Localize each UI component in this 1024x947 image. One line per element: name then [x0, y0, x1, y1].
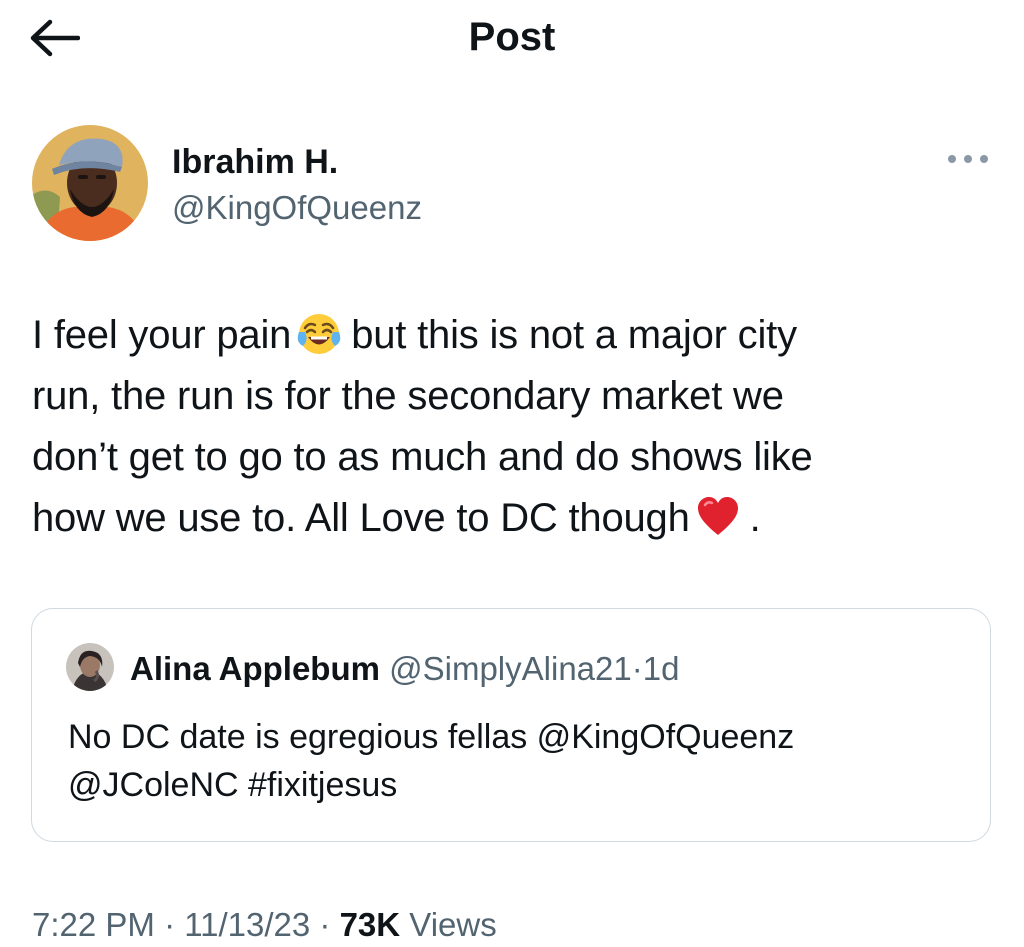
post-text-line: how we use to. All Love to DC though . [32, 488, 992, 549]
quoted-post-text: No DC date is egregious fellas @KingOfQu… [68, 713, 968, 809]
post-time[interactable]: 7:22 PM [32, 906, 155, 943]
post-date[interactable]: 11/13/23 [184, 906, 310, 943]
page-title: Post [468, 15, 556, 59]
author-display-name[interactable]: Ibrahim H. [172, 142, 338, 182]
top-bar: Post [0, 0, 1024, 80]
more-horizontal-icon [948, 155, 988, 163]
quoted-text-line: @JColeNC #fixitjesus [68, 766, 398, 804]
views-label: Views [400, 906, 497, 943]
author-handle[interactable]: @KingOfQueenz [172, 188, 422, 228]
separator-dot: · [310, 906, 340, 943]
post-text: I feel your pain but this is not a major… [32, 305, 992, 549]
quoted-text-line: No DC date is egregious fellas @KingOfQu… [68, 718, 795, 756]
post-text-segment: how we use to. All Love to DC though [32, 496, 690, 540]
post-text-line: I feel your pain but this is not a major… [32, 305, 992, 366]
quoted-post-time[interactable]: 1d [643, 650, 680, 687]
more-options-button[interactable] [938, 145, 998, 173]
post-author: Ibrahim H. @KingOfQueenz [32, 125, 992, 245]
post-text-segment: . [749, 496, 761, 540]
post-text-line: run, the run is for the secondary market… [32, 374, 784, 418]
quoted-post[interactable]: Alina Applebum @SimplyAlina21·1d No DC d… [31, 608, 991, 842]
quoted-post-header: Alina Applebum @SimplyAlina21·1d [130, 649, 679, 689]
red-heart-icon [696, 495, 740, 539]
author-avatar[interactable] [32, 125, 148, 241]
quoted-author-handle[interactable]: @SimplyAlina21 [389, 650, 632, 687]
post-text-segment: but this is not a major city [351, 313, 797, 357]
post-text-line: don’t get to go to as much and do shows … [32, 435, 813, 479]
separator-dot: · [631, 650, 643, 687]
views-count[interactable]: 73K [340, 906, 401, 943]
separator-dot: · [154, 906, 185, 943]
face-with-tears-of-joy-icon [297, 312, 341, 356]
post-metadata: 7:22 PM · 11/13/23 · 73K Views [32, 903, 497, 947]
quoted-author-avatar[interactable] [66, 643, 114, 691]
post-text-segment: I feel your pain [32, 313, 292, 357]
quoted-author-name[interactable]: Alina Applebum [130, 650, 380, 687]
